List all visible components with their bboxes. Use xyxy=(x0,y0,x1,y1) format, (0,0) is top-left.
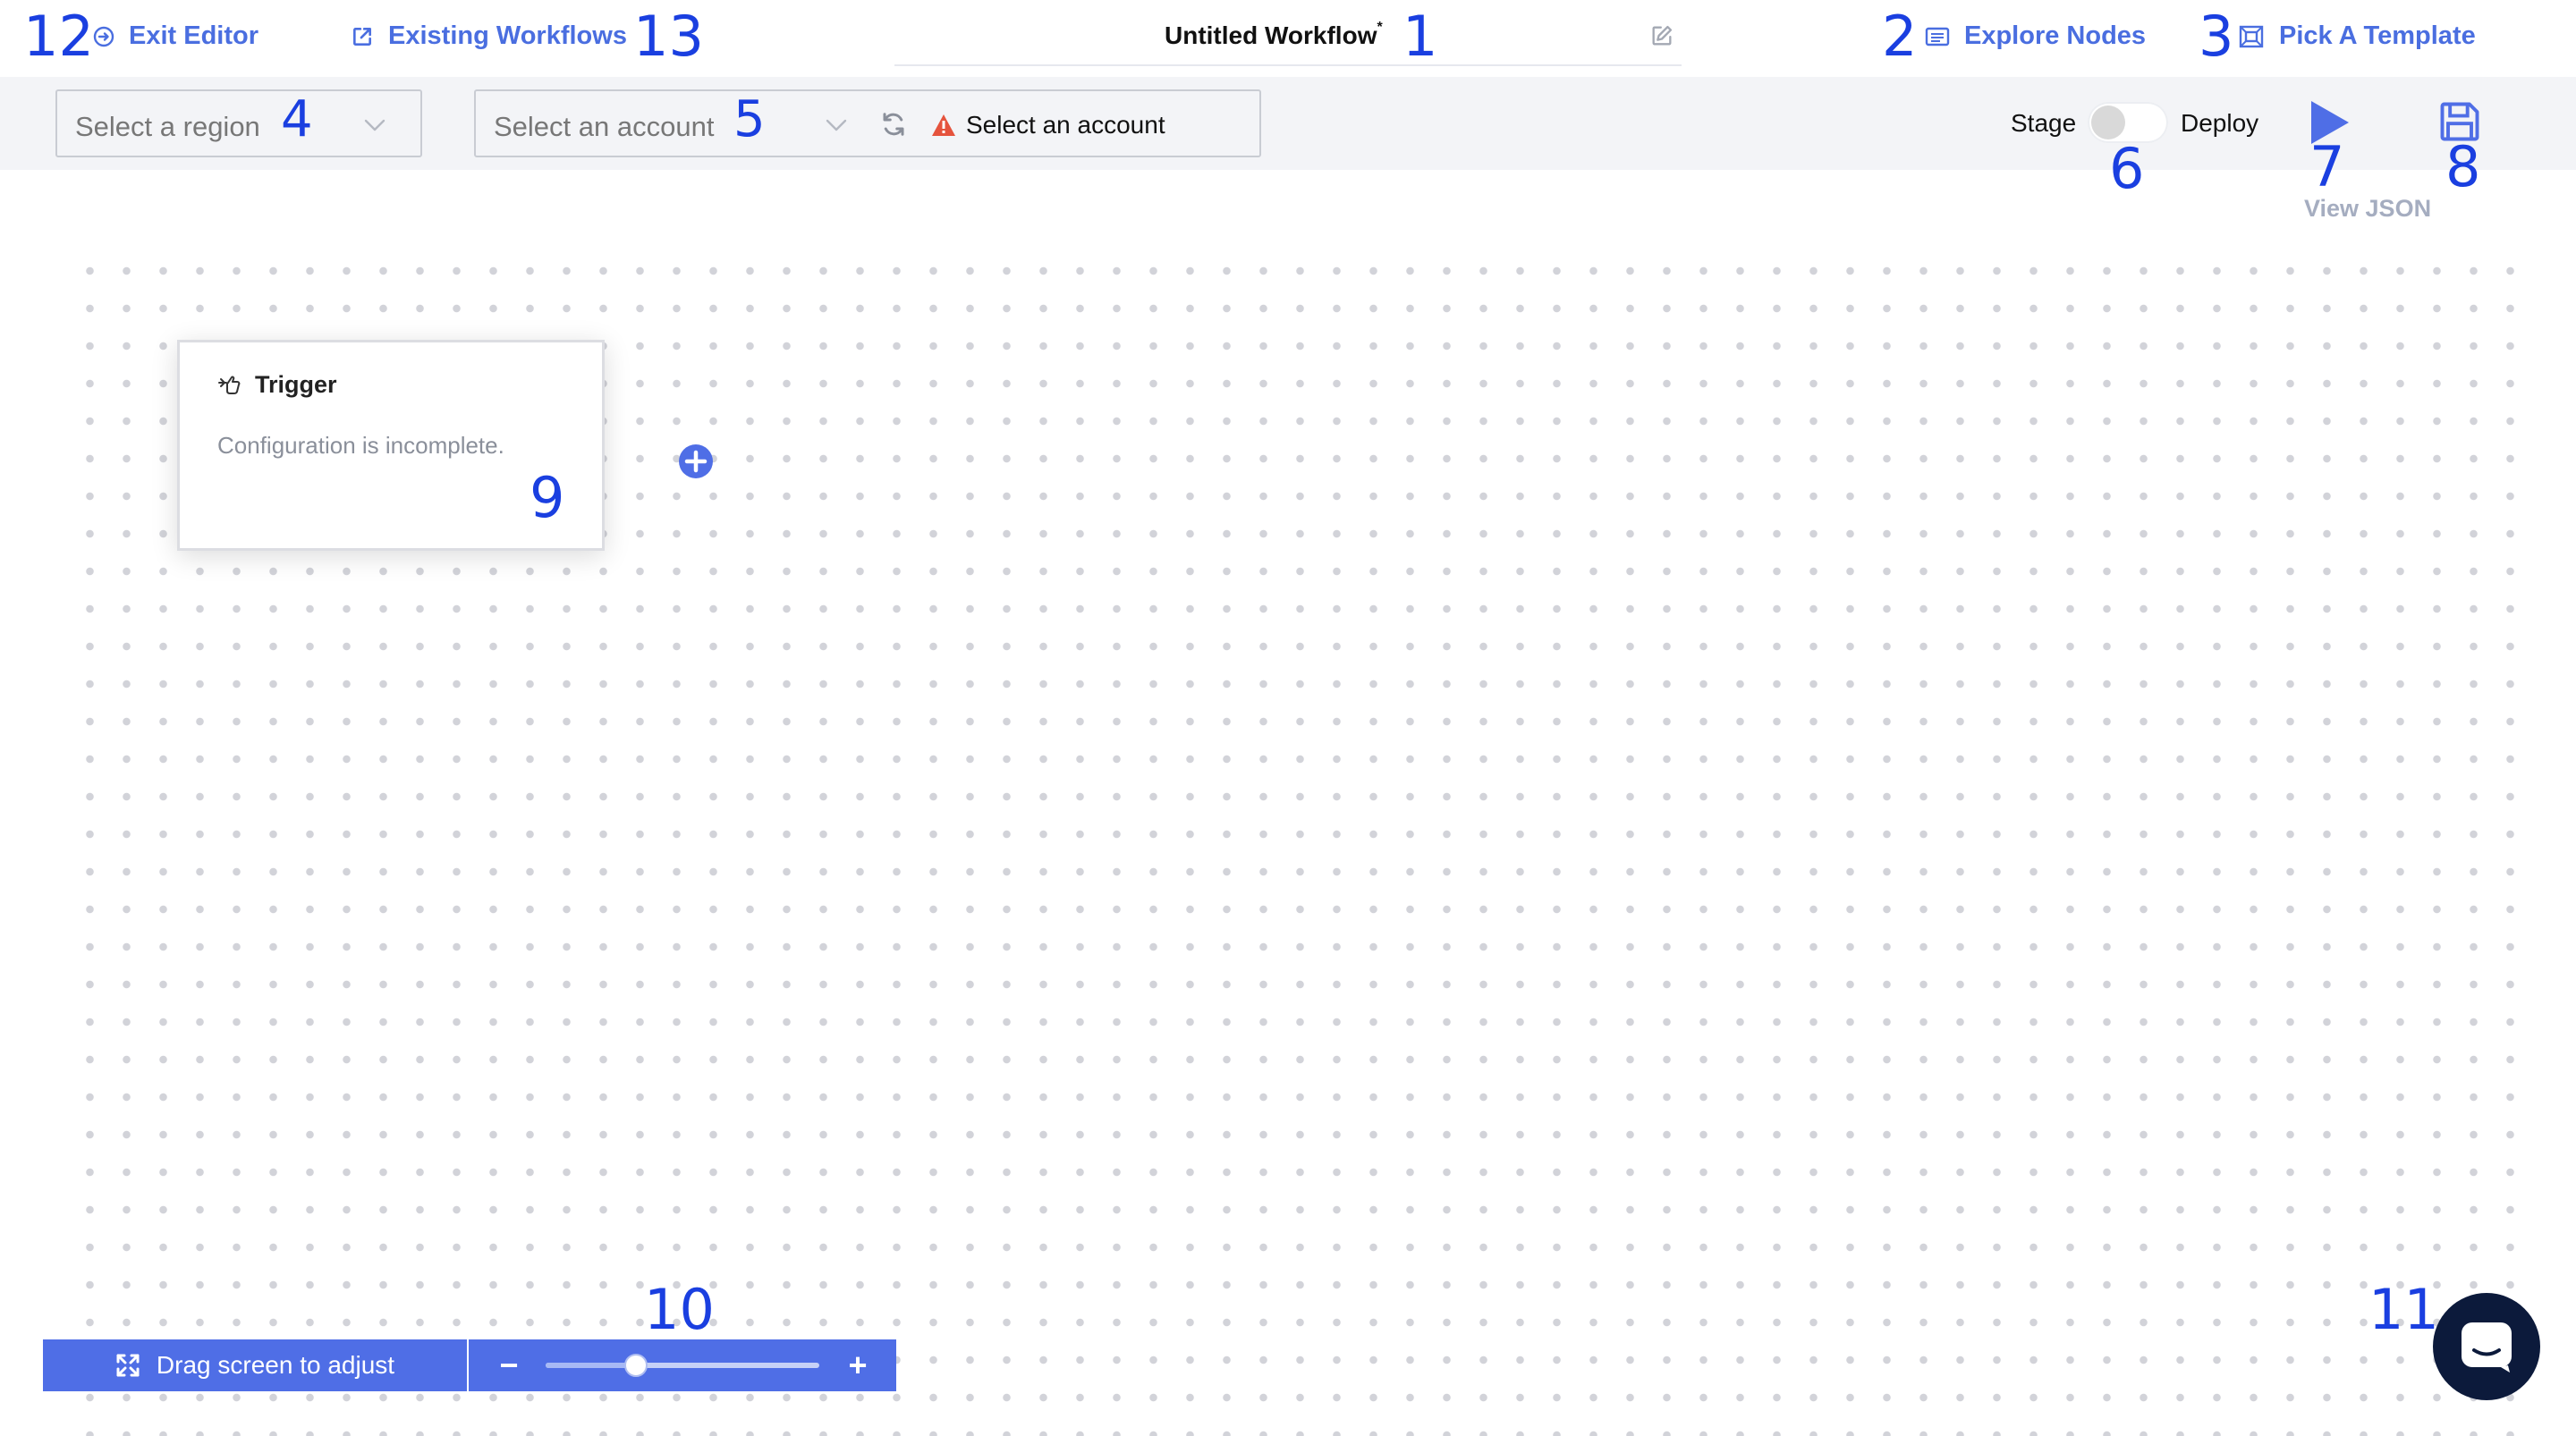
chat-bubble-icon xyxy=(2462,1322,2512,1373)
marker-12: 12 xyxy=(23,4,94,69)
marker-11: 11 xyxy=(2368,1277,2439,1342)
view-json-link[interactable]: View JSON xyxy=(2304,195,2431,223)
expand-arrows-icon xyxy=(116,1354,140,1377)
circle-arrow-right-icon xyxy=(93,26,114,46)
zoom-slider-fill xyxy=(546,1363,636,1368)
template-frame-icon xyxy=(2239,25,2264,47)
chevron-down-icon xyxy=(364,119,386,131)
drag-screen-button[interactable]: Drag screen to adjust xyxy=(43,1339,467,1391)
marker-4: 4 xyxy=(281,90,313,148)
zoom-in-button[interactable]: + xyxy=(835,1339,880,1391)
external-link-icon xyxy=(353,27,371,46)
plus-circle-icon[interactable] xyxy=(676,442,716,481)
marker-8: 8 xyxy=(2445,134,2481,199)
unsaved-mark: * xyxy=(1377,19,1383,35)
marker-13: 13 xyxy=(633,4,704,69)
chevron-down-icon xyxy=(826,119,847,131)
marker-6: 6 xyxy=(2109,136,2145,201)
pencil-square-icon[interactable] xyxy=(1649,23,1674,48)
refresh-icon[interactable] xyxy=(880,111,907,138)
account-warning-text: Select an account xyxy=(966,111,1165,139)
toolbar: Select a region 4 Select an account Sele… xyxy=(0,77,2576,170)
explore-nodes-label: Explore Nodes xyxy=(1964,21,2147,50)
zoom-control: − + xyxy=(469,1339,896,1391)
marker-7: 7 xyxy=(2309,134,2345,199)
toggle-knob xyxy=(2091,106,2125,139)
trigger-node-title: Trigger xyxy=(255,371,337,398)
account-select-placeholder: Select an account xyxy=(494,111,715,142)
drag-screen-label: Drag screen to adjust xyxy=(156,1351,395,1379)
zoom-out-button[interactable]: − xyxy=(487,1339,531,1391)
list-panel-icon xyxy=(1925,27,1950,46)
exit-editor-label: Exit Editor xyxy=(129,21,259,50)
explore-nodes-link[interactable]: Explore Nodes xyxy=(1925,21,2146,51)
existing-workflows-link[interactable]: Existing Workflows xyxy=(351,21,627,51)
marker-1: 1 xyxy=(1402,4,1438,69)
zoom-slider[interactable] xyxy=(546,1354,819,1377)
region-select[interactable]: Select a region xyxy=(55,89,422,157)
region-select-placeholder: Select a region xyxy=(75,111,260,142)
existing-workflows-label: Existing Workflows xyxy=(388,21,627,50)
workflow-title-bar[interactable]: Untitled Workflow* xyxy=(894,0,1682,66)
account-select[interactable]: Select an account Select an account xyxy=(474,89,1261,157)
zoom-slider-handle[interactable] xyxy=(623,1354,648,1377)
deploy-label: Deploy xyxy=(2181,109,2259,137)
stage-label: Stage xyxy=(2011,109,2077,137)
pointing-hand-icon xyxy=(218,376,241,394)
marker-2: 2 xyxy=(1882,4,1918,69)
marker-3: 3 xyxy=(2199,4,2234,69)
workflow-title[interactable]: Untitled Workflow* xyxy=(1165,19,1383,50)
workflow-title-text: Untitled Workflow xyxy=(1165,21,1377,49)
chat-launcher-button[interactable] xyxy=(2433,1293,2540,1400)
warning-triangle-icon xyxy=(932,114,955,136)
pick-template-label: Pick A Template xyxy=(2279,21,2476,50)
pick-template-link[interactable]: Pick A Template xyxy=(2238,21,2476,51)
account-warning: Select an account xyxy=(930,111,1165,139)
marker-10: 10 xyxy=(644,1277,715,1342)
marker-9: 9 xyxy=(530,465,565,530)
marker-5: 5 xyxy=(733,90,766,148)
trigger-node-message: Configuration is incomplete. xyxy=(217,432,504,459)
trigger-node-header: Trigger xyxy=(217,371,337,399)
exit-editor-link[interactable]: Exit Editor xyxy=(93,21,258,51)
